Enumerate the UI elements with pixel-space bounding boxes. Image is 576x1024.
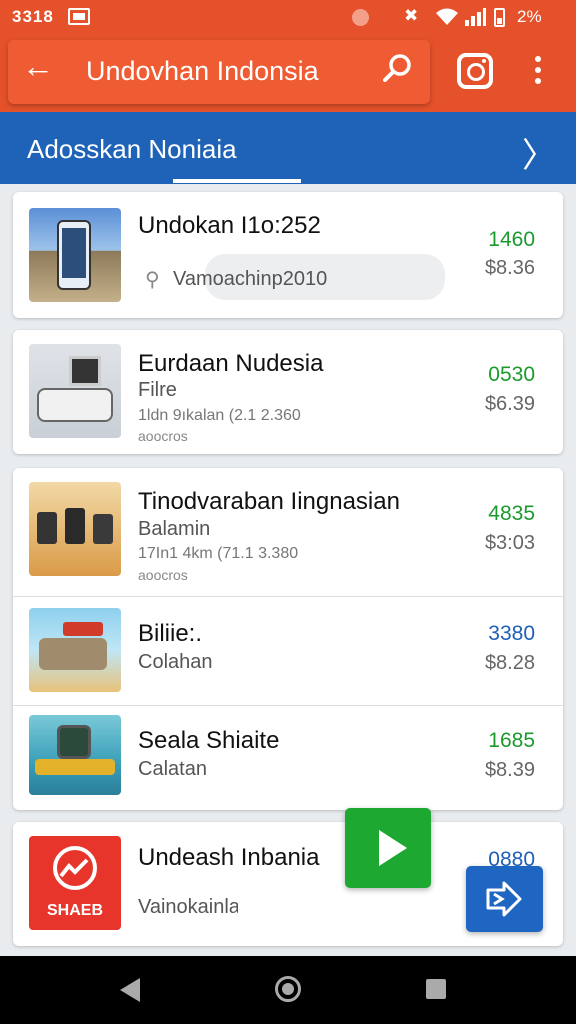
listing-name: Eurdaan Nudesia xyxy=(138,350,324,377)
tab-bar: Adosskan Noniaia 〉 xyxy=(0,112,576,184)
listing-group-card: Tinodvaraban Iingnasian Balamin 17In1 4k… xyxy=(13,468,563,810)
listing-old-price: $3:03 xyxy=(484,532,535,554)
listing-name: Tinodvaraban Iingnasian xyxy=(138,488,400,515)
search-icon[interactable] xyxy=(382,52,414,84)
status-time: 3318 xyxy=(12,7,54,26)
list-item[interactable]: Biliie:. Colahan 3380 $8.28 xyxy=(13,596,563,705)
list-item[interactable]: Tinodvaraban Iingnasian Balamin 17In1 4k… xyxy=(13,468,563,596)
listing-card[interactable]: Eurdaan Nudesia Filre 1ldn 9ıkalan (2.1 … xyxy=(13,330,563,454)
record-dot-icon xyxy=(352,9,369,26)
listing-meta: 1ldn 9ıkalan (2.1 2.360 xyxy=(138,407,301,424)
overlay-block xyxy=(238,880,310,934)
listing-subtitle: Vamoachinp2010 xyxy=(173,268,328,290)
listing-price: 4835 xyxy=(488,502,535,525)
app-logo-thumbnail: SHAEB xyxy=(29,836,121,930)
listing-old-price: $8.39 xyxy=(484,759,535,781)
listing-name: Undokan I1o:252 xyxy=(138,212,321,239)
nav-home-icon[interactable] xyxy=(275,976,301,1002)
listing-subtitle: Balamin xyxy=(138,518,211,540)
wifi-icon xyxy=(436,8,458,25)
logo-text: SHAEB xyxy=(46,902,103,919)
listing-thumbnail xyxy=(29,344,121,438)
battery-percent: 2% xyxy=(517,7,542,26)
list-item[interactable]: Undokan I1o:252 ⚲ Vamoachinp2010 1460 $8… xyxy=(13,192,563,318)
nav-back-icon[interactable] xyxy=(120,978,140,1002)
back-arrow-icon[interactable]: ← xyxy=(22,50,54,82)
listing-card[interactable]: Undokan I1o:252 ⚲ Vamoachinp2010 1460 $8… xyxy=(13,192,563,318)
listing-price: 1685 xyxy=(488,729,535,752)
play-button[interactable] xyxy=(345,808,431,888)
listing-name: Biliie:. xyxy=(138,620,203,647)
listing-old-price: $8.36 xyxy=(484,257,535,279)
listing-thumbnail xyxy=(29,482,121,576)
listing-price: 1460 xyxy=(488,228,535,251)
battery-icon xyxy=(494,8,505,27)
listing-thumbnail xyxy=(29,715,121,795)
listing-price: 3380 xyxy=(488,622,535,645)
location-pin-icon: ⚲ xyxy=(145,269,160,291)
listing-subtitle: Filre xyxy=(138,379,177,401)
tab-active[interactable]: Adosskan Noniaia xyxy=(27,134,237,165)
nav-recents-icon[interactable] xyxy=(426,979,446,999)
share-button[interactable] xyxy=(466,866,543,932)
listing-name: Seala Shiaite xyxy=(138,727,280,754)
instagram-icon[interactable] xyxy=(457,53,493,89)
share-arrow-icon xyxy=(486,881,522,917)
list-item[interactable]: Seala Shiaite Calatan 1685 $8.39 xyxy=(13,705,563,810)
status-bar: 3318 ✖ 2% xyxy=(0,0,576,34)
listing-name: Undeash Inbania xyxy=(138,844,320,871)
trend-icon xyxy=(59,858,89,878)
listing-old-price: $6.39 xyxy=(484,393,535,415)
app-title: Undovhan Indonsia xyxy=(86,56,319,86)
tools-icon: ✖ xyxy=(404,6,419,25)
listing-thumbnail xyxy=(29,608,121,692)
chevron-right-icon[interactable]: 〉 xyxy=(522,128,556,177)
app-bar: ← Undovhan Indonsia xyxy=(0,34,576,112)
listing-subtitle: Calatan xyxy=(138,758,207,780)
signal-icon xyxy=(465,8,486,26)
listing-tiny: aoocros xyxy=(138,428,188,444)
listing-price: 0530 xyxy=(488,363,535,386)
tab-indicator xyxy=(173,179,301,183)
list-item[interactable]: Eurdaan Nudesia Filre 1ldn 9ıkalan (2.1 … xyxy=(13,330,563,454)
listing-subtitle: Colahan xyxy=(138,651,213,673)
listing-meta: 17In1 4km (71.1 3.380 xyxy=(138,545,299,562)
listing-thumbnail xyxy=(29,208,121,302)
listing-tiny: aoocros xyxy=(138,567,188,583)
listing-old-price: $8.28 xyxy=(484,652,535,674)
system-nav-bar xyxy=(0,956,576,1024)
notification-icon xyxy=(68,8,90,25)
more-options-icon[interactable] xyxy=(533,56,543,90)
